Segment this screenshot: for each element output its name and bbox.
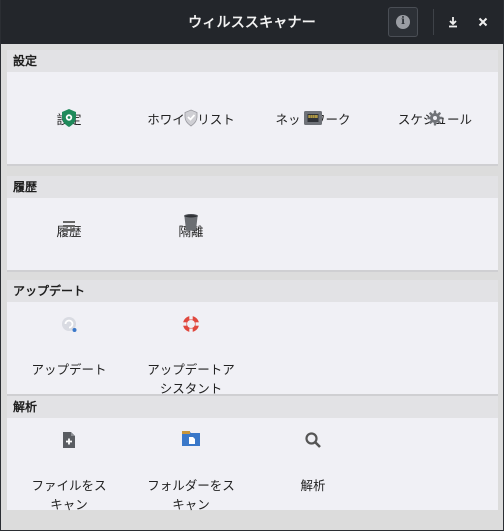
analysis-label: 解析 — [300, 478, 326, 493]
section-history: 履歴 隔離 — [7, 198, 498, 272]
quarantine-item[interactable]: 隔離 — [131, 214, 251, 241]
scan-folder-item[interactable]: フォルダーをス キャン — [131, 431, 251, 514]
schedule-item[interactable]: スケジュール — [375, 110, 495, 129]
section-analysis: ファイルをス キャン フォルダーをス キャン 解析 — [7, 418, 498, 512]
content: 設定 設定 ホワイトリスト — [7, 50, 498, 512]
settings-item[interactable]: 設定 — [9, 109, 129, 129]
network-item[interactable]: ネットワーク — [253, 110, 373, 129]
download-button[interactable] — [439, 7, 467, 37]
search-icon — [305, 432, 321, 448]
section-header-update: アップデート — [7, 280, 498, 302]
scan-file-label: ファイルをス キャン — [31, 478, 107, 512]
close-icon — [478, 17, 488, 27]
network-icon — [304, 111, 322, 125]
info-icon: i — [396, 15, 410, 29]
shield-settings-icon — [62, 109, 76, 127]
update-assistant-item[interactable]: アップデートア シスタント — [131, 315, 251, 398]
update-icon — [62, 317, 77, 332]
update-assistant-label: アップデートア シスタント — [147, 362, 235, 396]
section-header-history: 履歴 — [7, 176, 498, 198]
history-item[interactable]: 履歴 — [9, 221, 129, 241]
titlebar-separator — [433, 9, 434, 35]
folder-icon — [182, 431, 200, 446]
update-item[interactable]: アップデート — [9, 317, 129, 379]
trash-icon — [184, 214, 198, 231]
window: ウィルススキャナー i 設定 設 — [0, 0, 504, 531]
section-header-settings: 設定 — [7, 50, 498, 72]
titlebar: ウィルススキャナー i — [1, 0, 503, 44]
download-icon — [449, 17, 457, 28]
add-file-icon — [63, 432, 75, 448]
gear-icon — [427, 110, 443, 126]
section-settings: 設定 ホワイトリスト ネットワーク — [7, 72, 498, 166]
section-update: アップデート アップデートア シスタント — [7, 302, 498, 396]
window-title: ウィルススキャナー — [188, 15, 316, 31]
analysis-item[interactable]: 解析 — [253, 432, 373, 495]
scan-folder-label: フォルダーをス キャン — [147, 478, 235, 512]
close-button[interactable] — [469, 7, 497, 37]
scan-file-item[interactable]: ファイルをス キャン — [9, 432, 129, 514]
lifebuoy-icon — [182, 315, 200, 333]
list-icon — [63, 221, 75, 231]
info-button[interactable]: i — [388, 7, 418, 37]
update-label: アップデート — [31, 362, 107, 377]
whitelist-item[interactable]: ホワイトリスト — [131, 109, 251, 129]
whitelist-shield-icon — [184, 109, 198, 127]
section-header-analysis: 解析 — [7, 396, 498, 418]
